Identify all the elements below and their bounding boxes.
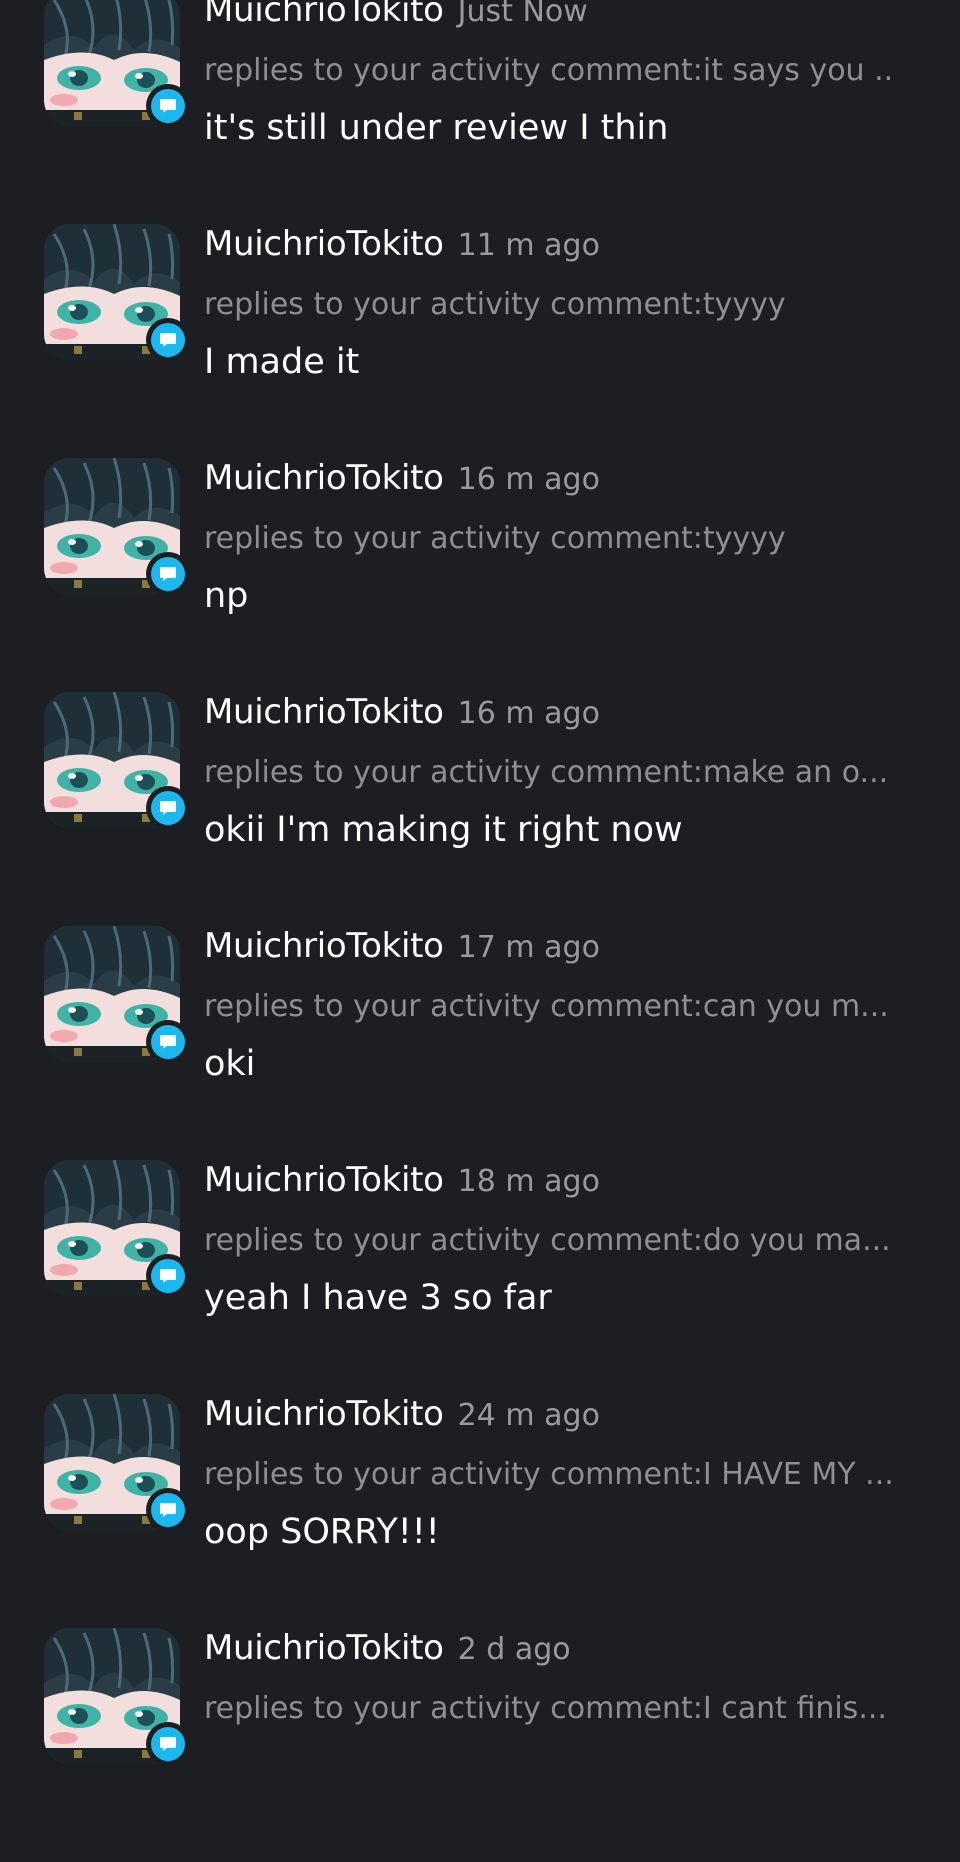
username[interactable]: MuichrioTokito [204, 1394, 444, 1434]
notification-text: MuichrioTokito Just Now replies to your … [204, 0, 904, 158]
badge-ring [146, 1722, 190, 1766]
reply-message: oki [204, 1044, 256, 1084]
reply-context: replies to your activity comment:it says… [204, 53, 894, 88]
notification-header: MuichrioTokito 16 m ago [204, 458, 904, 512]
chat-bubble-icon [160, 1503, 176, 1517]
timestamp: 17 m ago [457, 930, 600, 965]
timestamp: 18 m ago [457, 1164, 600, 1199]
chat-bubble-icon [160, 99, 176, 113]
reply-message [204, 1736, 904, 1796]
notification-text: MuichrioTokito 18 m ago replies to your … [204, 1160, 904, 1328]
notification-header: MuichrioTokito 24 m ago [204, 1394, 904, 1448]
notification-text: MuichrioTokito 24 m ago replies to your … [204, 1394, 904, 1562]
timestamp: 2 d ago [457, 1632, 571, 1667]
timestamp: Just Now [457, 0, 588, 29]
timestamp: 24 m ago [457, 1398, 600, 1433]
notification-item[interactable]: MuichrioTokito 24 m ago replies to your … [0, 1394, 960, 1628]
username[interactable]: MuichrioTokito [204, 1628, 444, 1668]
chat-bubble-badge [151, 557, 185, 591]
notification-list: MuichrioTokito Just Now replies to your … [0, 0, 960, 1862]
username[interactable]: MuichrioTokito [204, 692, 444, 732]
notification-item[interactable]: MuichrioTokito 16 m ago replies to your … [0, 458, 960, 692]
chat-bubble-icon [160, 1737, 176, 1751]
chat-bubble-badge [151, 1259, 185, 1293]
notification-item[interactable]: MuichrioTokito 2 d ago replies to your a… [0, 1628, 960, 1862]
avatar-container[interactable] [44, 0, 190, 128]
avatar-container[interactable] [44, 1160, 190, 1298]
timestamp: 16 m ago [457, 462, 600, 497]
notification-header: MuichrioTokito 16 m ago [204, 692, 904, 746]
username[interactable]: MuichrioTokito [204, 1160, 444, 1200]
badge-ring [146, 552, 190, 596]
timestamp: 11 m ago [457, 228, 600, 263]
badge-ring [146, 1020, 190, 1064]
reply-context: replies to your activity comment:tyyyy [204, 521, 786, 556]
badge-ring [146, 318, 190, 362]
username[interactable]: MuichrioTokito [204, 926, 444, 966]
chat-bubble-badge [151, 1025, 185, 1059]
reply-context: replies to your activity comment:tyyyy [204, 287, 786, 322]
notification-text: MuichrioTokito 16 m ago replies to your … [204, 692, 904, 860]
reply-message: okii I'm making it right now [204, 810, 683, 850]
reply-context: replies to your activity comment:make an… [204, 755, 889, 790]
reply-context: replies to your activity comment:do you … [204, 1223, 891, 1258]
chat-bubble-icon [160, 1035, 176, 1049]
chat-bubble-icon [160, 333, 176, 347]
timestamp: 16 m ago [457, 696, 600, 731]
reply-message: it's still under review I thin [204, 108, 669, 148]
reply-context: replies to your activity comment:can you… [204, 989, 889, 1024]
chat-bubble-icon [160, 567, 176, 581]
avatar-container[interactable] [44, 458, 190, 596]
notification-text: MuichrioTokito 17 m ago replies to your … [204, 926, 904, 1094]
username[interactable]: MuichrioTokito [204, 224, 444, 264]
avatar-container[interactable] [44, 926, 190, 1064]
avatar-container[interactable] [44, 224, 190, 362]
notification-header: MuichrioTokito 2 d ago [204, 1628, 904, 1682]
badge-ring [146, 84, 190, 128]
notification-item[interactable]: MuichrioTokito Just Now replies to your … [0, 0, 960, 224]
reply-message: yeah I have 3 so far [204, 1278, 552, 1318]
badge-ring [146, 786, 190, 830]
reply-message: I made it [204, 342, 360, 382]
notification-text: MuichrioTokito 11 m ago replies to your … [204, 224, 904, 392]
notification-header: MuichrioTokito 17 m ago [204, 926, 904, 980]
notification-item[interactable]: MuichrioTokito 17 m ago replies to your … [0, 926, 960, 1160]
notification-item[interactable]: MuichrioTokito 16 m ago replies to your … [0, 692, 960, 926]
badge-ring [146, 1488, 190, 1532]
notification-item[interactable]: MuichrioTokito 11 m ago replies to your … [0, 224, 960, 458]
avatar-container[interactable] [44, 1628, 190, 1766]
avatar-container[interactable] [44, 1394, 190, 1532]
notification-item[interactable]: MuichrioTokito 18 m ago replies to your … [0, 1160, 960, 1394]
avatar-container[interactable] [44, 692, 190, 830]
chat-bubble-badge [151, 1727, 185, 1761]
notification-header: MuichrioTokito 11 m ago [204, 224, 904, 278]
reply-message: np [204, 576, 249, 616]
reply-context: replies to your activity comment:I cant … [204, 1691, 887, 1726]
notification-text: MuichrioTokito 16 m ago replies to your … [204, 458, 904, 626]
username[interactable]: MuichrioTokito [204, 458, 444, 498]
chat-bubble-icon [160, 801, 176, 815]
notification-header: MuichrioTokito Just Now [204, 0, 904, 44]
notification-text: MuichrioTokito 2 d ago replies to your a… [204, 1628, 904, 1796]
reply-message: oop SORRY!!! [204, 1512, 440, 1552]
badge-ring [146, 1254, 190, 1298]
chat-bubble-badge [151, 1493, 185, 1527]
chat-bubble-badge [151, 89, 185, 123]
chat-bubble-badge [151, 791, 185, 825]
notification-header: MuichrioTokito 18 m ago [204, 1160, 904, 1214]
chat-bubble-icon [160, 1269, 176, 1283]
chat-bubble-badge [151, 323, 185, 357]
username[interactable]: MuichrioTokito [204, 0, 444, 30]
reply-context: replies to your activity comment:I HAVE … [204, 1457, 894, 1492]
